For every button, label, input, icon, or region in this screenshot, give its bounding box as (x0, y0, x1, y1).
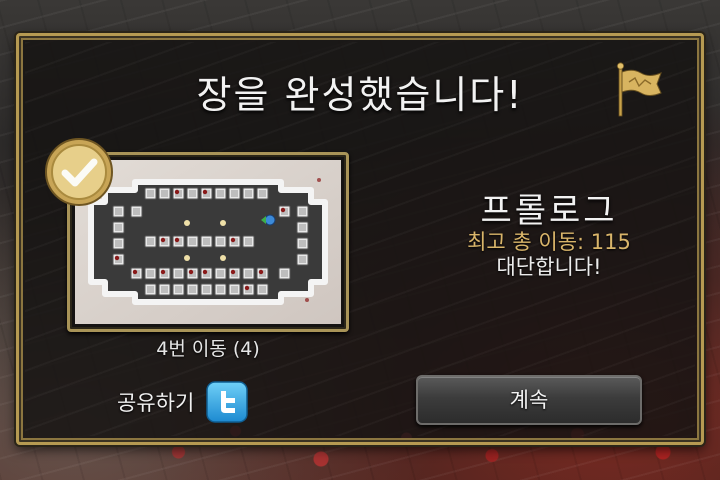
golden-flag-icon (616, 62, 662, 117)
twitter-icon[interactable] (206, 381, 249, 423)
gold-check-badge-icon (45, 138, 113, 206)
continue-button[interactable]: 계속 (416, 375, 642, 425)
chapter-complete-dialog: 장을 완성했습니다! 4번 이동 (4) 프롤로그 최고 총 이동: 115 대… (16, 33, 704, 445)
praise-message: 대단합니다! (496, 255, 602, 279)
dialog-title: 장을 완성했습니다! (196, 73, 524, 117)
share-label: 공유하기 (117, 391, 195, 415)
chapter-name: 프롤로그 (480, 191, 618, 231)
share-button[interactable]: 공유하기 (117, 380, 249, 424)
level-moves-caption: 4번 이동 (4) (156, 338, 260, 360)
